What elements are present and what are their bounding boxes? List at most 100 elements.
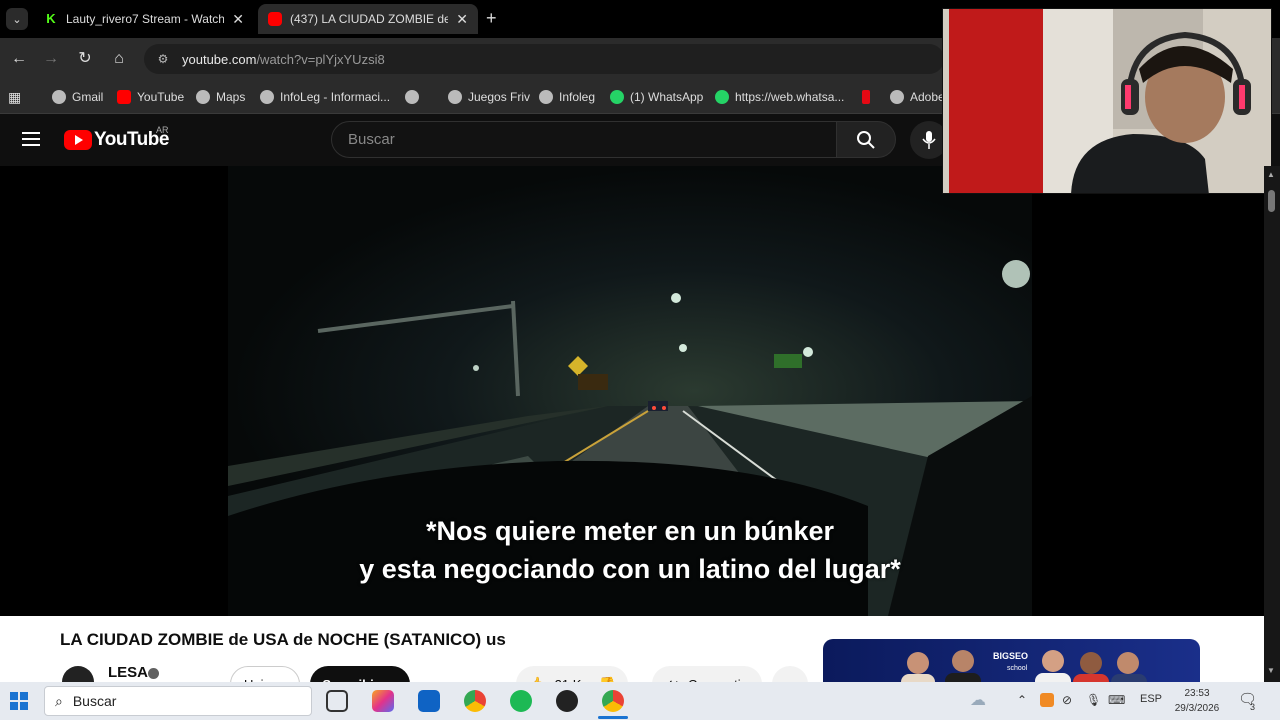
netflix-icon	[862, 90, 870, 104]
youtube-icon	[268, 12, 282, 26]
channel-name[interactable]: LESA	[108, 664, 148, 681]
weather-icon[interactable]: ☁	[970, 690, 986, 710]
copilot-icon[interactable]	[372, 690, 394, 712]
close-tab-icon[interactable]: ✕	[232, 11, 244, 28]
bookmark-infoleg[interactable]: Infoleg	[539, 87, 595, 107]
bookmark-youtube[interactable]: YouTube	[117, 87, 184, 107]
search-input[interactable]: Buscar	[331, 121, 837, 158]
tab-title: Lauty_rivero7 Stream - Watch Li	[66, 12, 225, 26]
reload-icon[interactable]: ↻	[74, 48, 96, 70]
bookmark-maps[interactable]: Maps	[196, 87, 245, 107]
bookmark-label: (1) WhatsApp	[630, 90, 704, 104]
night-highway-scene	[228, 260, 1032, 616]
globe-icon	[448, 90, 462, 104]
bookmark-infoleg-informacion[interactable]: InfoLeg - Informaci...	[260, 87, 390, 107]
country-code: AR	[156, 125, 169, 135]
bookmark-label: Juegos Friv	[468, 90, 531, 104]
tab-kick-stream[interactable]: K Lauty_rivero7 Stream - Watch Li ✕	[34, 4, 254, 34]
clock-date: 29/3/2026	[1174, 703, 1220, 714]
forward-icon[interactable]: →	[40, 48, 62, 70]
scroll-down-icon[interactable]: ▼	[1267, 666, 1275, 675]
bookmark-netflix[interactable]	[862, 87, 876, 107]
bookmark-web-whatsapp[interactable]: https://web.whatsa...	[715, 87, 844, 107]
taskbar-search-input[interactable]: ⌕ Buscar	[44, 686, 312, 716]
bookmark-whatsapp[interactable]: (1) WhatsApp	[610, 87, 703, 107]
globe-icon	[196, 90, 210, 104]
taskbar-search-placeholder: Buscar	[72, 693, 117, 709]
video-frame[interactable]: *Nos quiere meter en un búnker y esta ne…	[228, 166, 1032, 616]
youtube-icon	[117, 90, 131, 104]
whatsapp-icon	[715, 90, 729, 104]
close-tab-icon[interactable]: ✕	[456, 11, 468, 28]
ad-sub: school	[1007, 665, 1028, 672]
tab-youtube-video[interactable]: (437) LA CIUDAD ZOMBIE de US ✕	[258, 4, 478, 34]
bookmark-label: InfoLeg - Informaci...	[280, 90, 391, 104]
microphone-icon	[922, 131, 936, 149]
globe-icon	[890, 90, 904, 104]
tab-title: (437) LA CIUDAD ZOMBIE de US	[290, 12, 449, 26]
bookmark-label: YouTube	[137, 90, 185, 104]
outlook-icon[interactable]	[418, 690, 440, 712]
youtube-logo[interactable]: YouTube AR	[64, 125, 169, 151]
subtitle-line-1: *Nos quiere meter en un búnker	[425, 516, 835, 546]
search-icon: ⌕	[55, 692, 63, 709]
obs-icon[interactable]	[556, 690, 578, 712]
bookmark-label: https://web.whatsa...	[735, 90, 845, 104]
tab-search-icon[interactable]: ⌄	[6, 8, 28, 30]
whatsapp-icon	[610, 90, 624, 104]
globe-icon	[52, 90, 66, 104]
bookmark-gmail[interactable]: Gmail	[52, 87, 103, 107]
bookmark-label: Gmail	[72, 90, 104, 104]
task-view-icon[interactable]	[326, 690, 348, 712]
streamer-webcam-image	[943, 9, 1271, 193]
search-placeholder: Buscar	[348, 131, 395, 148]
site-info-icon[interactable]: ⚙	[154, 50, 172, 68]
tray-app-icon[interactable]	[1040, 693, 1054, 707]
windows-taskbar: ⌕ Buscar ☁ ⌃ ⊘ 🎙 ⌨ ESP 23:53 29/3/2026 🗨…	[0, 682, 1280, 720]
chevron-up-icon[interactable]: ⌃	[1017, 693, 1027, 707]
back-icon[interactable]: ←	[8, 48, 30, 70]
kick-icon: K	[44, 12, 58, 26]
bookmark-label: Maps	[216, 90, 246, 104]
address-bar[interactable]: ⚙ youtube.com/watch?v=plYjxYUzsi8	[144, 44, 944, 74]
bookmark-label: Infoleg	[559, 90, 596, 104]
home-icon[interactable]: ⌂	[108, 48, 130, 70]
network-icon[interactable]: ⊘	[1062, 693, 1072, 707]
globe-icon	[260, 90, 274, 104]
subtitle-line-2: y esta negociando con un latino del luga…	[359, 554, 901, 584]
video-title: LA CIUDAD ZOMBIE de USA de NOCHE (SATANI…	[60, 630, 506, 649]
notification-count: 3	[1250, 702, 1256, 712]
windows-start-icon[interactable]	[10, 692, 28, 710]
verified-icon	[148, 668, 159, 679]
microphone-icon[interactable]: 🎙	[1086, 693, 1101, 707]
webcam-overlay	[942, 8, 1272, 194]
clock[interactable]: 23:53 29/3/2026	[1168, 686, 1226, 716]
bookmark-juegos-friv[interactable]: Juegos Friv	[448, 87, 530, 107]
video-player[interactable]: *Nos quiere meter en un búnker y esta ne…	[0, 166, 1264, 616]
clock-time: 23:53	[1184, 688, 1210, 699]
url-host: youtube.com	[182, 51, 257, 67]
chrome-icon[interactable]	[464, 690, 486, 712]
active-app-indicator	[598, 716, 628, 719]
language-indicator[interactable]: ESP	[1140, 693, 1162, 705]
search-icon	[857, 130, 875, 149]
globe-icon	[539, 90, 553, 104]
bookmark-label: Adobe	[910, 90, 945, 104]
url-path: /watch?v=plYjxYUzsi8	[256, 51, 385, 67]
menu-icon[interactable]	[22, 132, 40, 146]
scrollbar-thumb[interactable]	[1268, 190, 1275, 212]
globe-icon	[405, 90, 419, 104]
scroll-up-icon[interactable]: ▲	[1267, 170, 1275, 179]
bookmark-unnamed[interactable]	[405, 87, 425, 107]
spotify-icon[interactable]	[510, 690, 532, 712]
apps-icon[interactable]: ▦	[8, 87, 21, 107]
new-tab-icon[interactable]: +	[486, 8, 497, 29]
youtube-play-icon	[64, 130, 92, 150]
chrome-profile-icon[interactable]	[602, 690, 624, 712]
video-details: LA CIUDAD ZOMBIE de USA de NOCHE (SATANI…	[0, 616, 1264, 702]
keyboard-icon[interactable]: ⌨	[1108, 693, 1125, 707]
page-scrollbar[interactable]: ▲ ▼	[1264, 166, 1280, 682]
search-button[interactable]	[836, 121, 896, 158]
ad-brand: BIGSEO	[993, 651, 1029, 661]
bookmark-adobe[interactable]: Adobe	[890, 87, 945, 107]
